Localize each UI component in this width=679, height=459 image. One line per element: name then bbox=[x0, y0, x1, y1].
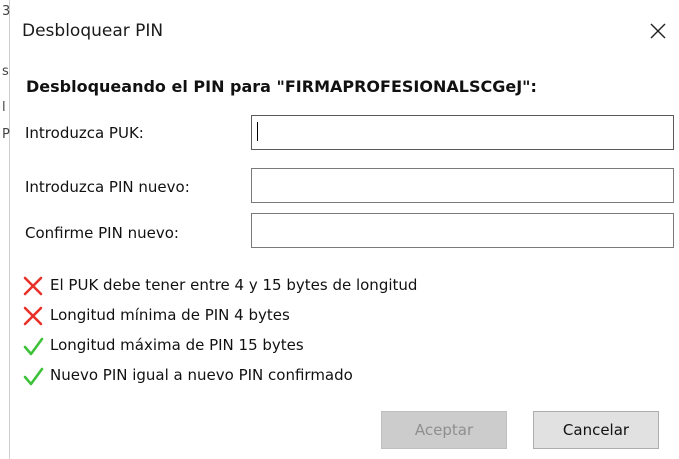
background-window-edge: 3 s l P bbox=[0, 0, 10, 459]
puk-input[interactable] bbox=[251, 115, 674, 150]
confirm-pin-label: Confirme PIN nuevo: bbox=[25, 224, 179, 242]
title-bar[interactable]: Desbloquear PIN bbox=[10, 0, 679, 60]
text-cursor bbox=[257, 122, 258, 141]
red-cross-icon bbox=[23, 306, 43, 326]
green-check-icon bbox=[23, 367, 44, 386]
screen: 3 s l P Desbloquear PIN Desbloqueando el… bbox=[0, 0, 679, 459]
cancel-button[interactable]: Cancelar bbox=[533, 411, 659, 449]
new-pin-label: Introduzca PIN nuevo: bbox=[25, 178, 190, 196]
background-glyph: P bbox=[2, 127, 10, 142]
unlock-pin-dialog: Desbloquear PIN Desbloqueando el PIN par… bbox=[10, 0, 679, 459]
green-check-icon bbox=[23, 337, 44, 356]
confirm-pin-input[interactable] bbox=[251, 213, 674, 248]
background-glyph: l bbox=[2, 100, 6, 115]
close-x-icon bbox=[650, 23, 666, 39]
new-pin-input[interactable] bbox=[251, 168, 674, 203]
dialog-title: Desbloquear PIN bbox=[22, 21, 164, 41]
close-button[interactable] bbox=[641, 14, 675, 48]
validation-rule-text: Longitud mínima de PIN 4 bytes bbox=[50, 306, 290, 324]
validation-rule-text: El PUK debe tener entre 4 y 15 bytes de … bbox=[50, 276, 418, 294]
background-glyph: s bbox=[2, 64, 9, 79]
validation-rule-text: Longitud máxima de PIN 15 bytes bbox=[50, 336, 304, 354]
dialog-heading: Desbloqueando el PIN para "FIRMAPROFESIO… bbox=[26, 77, 537, 96]
validation-rule-text: Nuevo PIN igual a nuevo PIN confirmado bbox=[50, 366, 353, 384]
puk-label: Introduzca PUK: bbox=[25, 124, 144, 142]
accept-button[interactable]: Aceptar bbox=[381, 411, 507, 449]
red-cross-icon bbox=[23, 276, 43, 296]
